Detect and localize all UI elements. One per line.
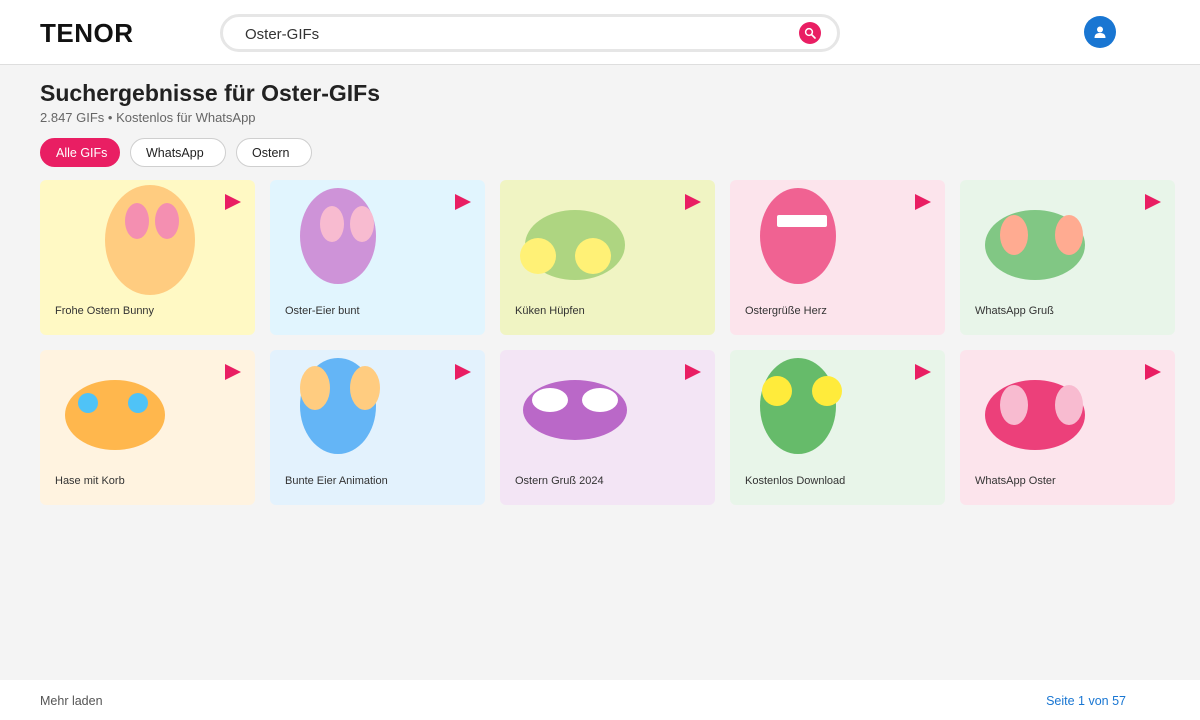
egg-spot	[812, 376, 842, 406]
gif-title: Ostern Gruß 2024	[515, 475, 604, 487]
egg-spot	[575, 238, 611, 274]
search-button[interactable]	[799, 22, 821, 44]
play-icon	[915, 364, 931, 380]
filter-bar: Alle GIFs WhatsApp Ostern	[40, 138, 322, 167]
user-icon	[1094, 26, 1106, 38]
play-icon	[455, 194, 471, 210]
egg-spot	[78, 393, 98, 413]
page-title: Suchergebnisse für Oster-GIFs	[40, 80, 380, 106]
easter-egg-shape	[105, 185, 195, 295]
footer-bar: Mehr laden Seite 1 von 57	[0, 680, 1200, 720]
play-icon	[1145, 364, 1161, 380]
gif-thumbnail	[300, 188, 376, 284]
gif-thumbnail	[65, 380, 165, 450]
egg-spot	[125, 203, 149, 239]
gif-card[interactable]: WhatsApp Gruß	[960, 180, 1175, 335]
egg-spot	[350, 206, 374, 242]
egg-spot	[128, 393, 148, 413]
gif-title: Bunte Eier Animation	[285, 475, 388, 487]
gif-title: Oster-Eier bunt	[285, 305, 360, 317]
gif-thumbnail	[985, 210, 1085, 280]
gif-thumbnail	[760, 188, 836, 284]
easter-egg-shape	[65, 380, 165, 450]
gif-title: Ostergrüße Herz	[745, 305, 827, 317]
egg-spot	[320, 206, 344, 242]
gif-thumbnail	[985, 380, 1085, 450]
search-input[interactable]	[245, 23, 785, 45]
egg-spot	[1055, 215, 1083, 255]
gif-thumbnail	[523, 380, 627, 440]
play-icon	[225, 194, 241, 210]
gif-thumbnail	[760, 358, 842, 454]
tenor-logo[interactable]: TENOR	[40, 18, 134, 49]
gif-card[interactable]: Bunte Eier Animation	[270, 350, 485, 505]
gif-card[interactable]: Oster-Eier bunt	[270, 180, 485, 335]
gif-title: WhatsApp Gruß	[975, 305, 1054, 317]
egg-spot	[762, 376, 792, 406]
gif-thumbnail	[105, 185, 195, 295]
egg-band	[777, 215, 827, 227]
egg-spot	[155, 203, 179, 239]
pagination-link[interactable]: Seite 1 von 57	[1046, 694, 1126, 708]
results-summary: 2.847 GIFs • Kostenlos für WhatsApp	[40, 110, 256, 125]
egg-spot	[582, 388, 618, 412]
play-icon	[685, 364, 701, 380]
top-bar: TENOR	[0, 0, 1200, 65]
gif-card[interactable]: WhatsApp Oster	[960, 350, 1175, 505]
filter-chip-alle-gifs[interactable]: Alle GIFs	[40, 138, 120, 167]
gif-thumbnail	[300, 358, 380, 454]
user-avatar-button[interactable]	[1084, 16, 1116, 48]
gif-title: Kostenlos Download	[745, 475, 846, 487]
play-icon	[1145, 194, 1161, 210]
load-more-button[interactable]: Mehr laden	[40, 694, 103, 708]
egg-spot	[520, 238, 556, 274]
gif-grid: Frohe Ostern Bunny Oster-Eier bunt Küken…	[40, 180, 1175, 505]
easter-egg-shape	[760, 358, 836, 454]
egg-spot	[532, 388, 568, 412]
egg-spot	[350, 366, 380, 410]
gif-card[interactable]: Ostern Gruß 2024	[500, 350, 715, 505]
egg-spot	[1055, 385, 1083, 425]
play-icon	[915, 194, 931, 210]
gif-card[interactable]: Hase mit Korb	[40, 350, 255, 505]
gif-card[interactable]: Küken Hüpfen	[500, 180, 715, 335]
gif-title: Küken Hüpfen	[515, 305, 585, 317]
easter-egg-shape	[760, 188, 836, 284]
egg-spot	[300, 366, 330, 410]
filter-chip-ostern[interactable]: Ostern	[236, 138, 312, 167]
filter-chip-whatsapp[interactable]: WhatsApp	[130, 138, 226, 167]
egg-spot	[1000, 215, 1028, 255]
gif-thumbnail	[520, 210, 625, 280]
gif-card[interactable]: Frohe Ostern Bunny	[40, 180, 255, 335]
gif-title: WhatsApp Oster	[975, 475, 1056, 487]
gif-title: Frohe Ostern Bunny	[55, 305, 155, 317]
search-icon	[804, 27, 816, 39]
easter-egg-shape	[523, 380, 627, 440]
play-icon	[455, 364, 471, 380]
gif-card[interactable]: Kostenlos Download	[730, 350, 945, 505]
play-icon	[225, 364, 241, 380]
search-bar[interactable]	[220, 14, 840, 52]
gif-title: Hase mit Korb	[55, 475, 125, 487]
egg-spot	[1000, 385, 1028, 425]
play-icon	[685, 194, 701, 210]
gif-card[interactable]: Ostergrüße Herz	[730, 180, 945, 335]
